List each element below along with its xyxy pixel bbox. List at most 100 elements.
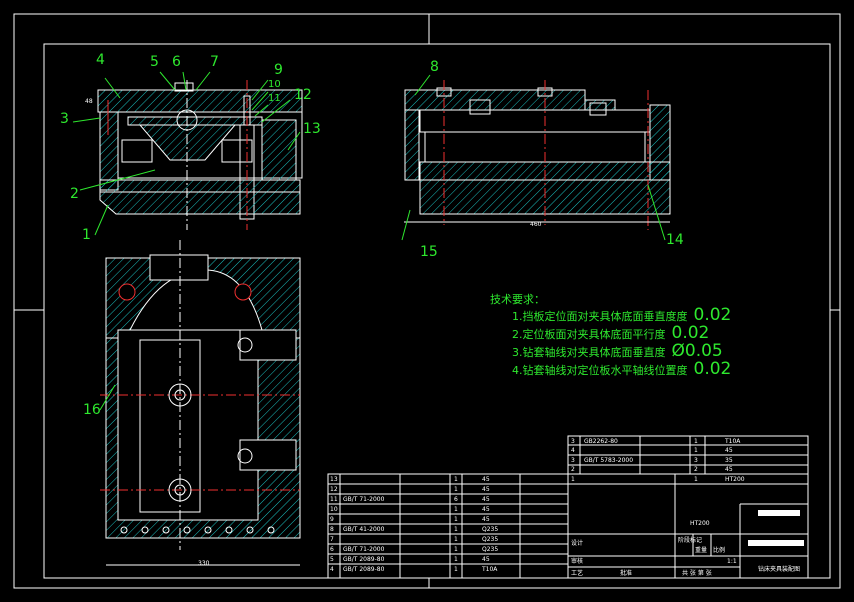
dim-side-width: 460 [530,221,542,228]
part-std: GB2262-80 [584,438,618,445]
callout-2: 2 [70,186,79,202]
part-no: 10 [330,506,338,513]
title-block-material: HT200 [690,520,710,527]
part-mat: 45 [482,556,490,563]
part-qty: 1 [694,476,698,483]
part-no: 8 [330,526,334,533]
part-qty: 1 [454,516,458,523]
title-block-code-bar [748,540,804,546]
callout-15: 15 [420,244,438,260]
callout-16: 16 [83,402,101,418]
callout-3: 3 [60,111,69,127]
requirement-3-label: 3.钻套轴线对夹具体底面垂直度 [512,346,666,359]
requirement-1: 1.挡板定位面对夹具体底面垂直度度 0.02 [512,305,731,325]
part-qty: 1 [454,486,458,493]
part-no: 12 [330,486,338,493]
title-block-name-bar [758,510,800,516]
callout-7: 7 [210,54,219,70]
title-block-scale: 1:1 [727,558,737,565]
part-qty: 1 [454,566,458,573]
callout-5: 5 [150,54,159,70]
part-mat: 45 [725,466,733,473]
callout-11: 11 [268,93,281,104]
part-mat: 45 [725,447,733,454]
part-qty: 1 [694,447,698,454]
part-qty: 1 [454,476,458,483]
part-no: 4 [330,566,334,573]
part-mat: 45 [482,516,490,523]
part-qty: 1 [454,536,458,543]
requirement-2-label: 2.定位板面对夹具体底面平行度 [512,328,666,341]
part-std: GB/T 2089-80 [343,556,385,563]
callout-10: 10 [268,79,281,90]
part-mat: Q235 [482,526,499,533]
requirement-1-value: 0.02 [693,305,732,325]
part-mat: 45 [482,506,490,513]
title-block-check-label: 审核 [571,558,584,565]
part-std: GB/T 2089-80 [343,566,385,573]
title-block-drawing-title: 钻床夹具装配图 [758,566,801,573]
requirement-3: 3.钻套轴线对夹具体底面垂直度 Ø0.05 [512,341,723,361]
part-mat: T10A [725,438,741,445]
callout-14: 14 [666,232,684,248]
requirement-2: 2.定位板面对夹具体底面平行度 0.02 [512,323,709,343]
part-no: 3 [571,438,575,445]
plan-view [100,240,301,566]
requirement-4: 4.钻套轴线对定位板水平轴线位置度 0.02 [512,359,731,379]
callout-8: 8 [430,59,439,75]
requirement-3-value: Ø0.05 [671,341,723,361]
part-mat: HT200 [725,476,745,483]
part-std: GB/T 5783-2000 [584,457,634,464]
dim-plan-width: 330 [198,560,210,567]
part-mat: T10A [482,566,498,573]
part-no: 4 [571,447,575,454]
callout-1: 1 [82,227,91,243]
part-mat: 35 [725,457,733,464]
title-block-approve-label: 批准 [620,570,633,577]
part-std: GB/T 41-2000 [343,526,385,533]
part-qty: 1 [454,506,458,513]
title-block-weight-label: 重量 [695,547,708,554]
part-qty: 1 [694,438,698,445]
part-no: 2 [571,466,575,473]
part-no: 9 [330,516,334,523]
title-block-design-label: 设计 [571,540,584,547]
part-qty: 6 [454,496,458,503]
side-view [404,80,671,230]
part-no: 5 [330,556,334,563]
callout-9: 9 [274,62,283,78]
part-qty: 3 [694,457,698,464]
part-no: 11 [330,496,338,503]
title-block-grid [327,435,809,579]
title-block-ratio-label: 比例 [713,547,726,554]
callout-13: 13 [303,121,321,137]
dim-front-small: 48 [85,98,93,105]
part-no: 3 [571,457,575,464]
title-block-process-label: 工艺 [571,570,584,577]
part-qty: 1 [454,526,458,533]
requirement-4-label: 4.钻套轴线对定位板水平轴线位置度 [512,364,688,377]
part-std: GB/T 71-2000 [343,496,385,503]
part-mat: 45 [482,476,490,483]
cad-drawing [13,13,841,589]
callout-4: 4 [96,52,105,68]
part-mat: Q235 [482,546,499,553]
part-no: 6 [330,546,334,553]
part-qty: 1 [454,546,458,553]
part-std: GB/T 71-2000 [343,546,385,553]
part-mat: 45 [482,496,490,503]
part-no: 13 [330,476,338,483]
part-no: 1 [571,476,575,483]
part-mat: 45 [482,486,490,493]
part-mat: Q235 [482,536,499,543]
title-block-sheet-label: 共 张 第 张 [682,570,712,577]
callout-12: 12 [294,87,312,103]
part-qty: 2 [694,466,698,473]
title-block-stage-label: 阶段标记 [678,537,703,544]
requirement-1-label: 1.挡板定位面对夹具体底面垂直度度 [512,310,688,323]
callout-6: 6 [172,54,181,70]
part-qty: 1 [454,556,458,563]
requirement-4-value: 0.02 [693,359,732,379]
part-no: 7 [330,536,334,543]
requirement-2-value: 0.02 [671,323,710,343]
